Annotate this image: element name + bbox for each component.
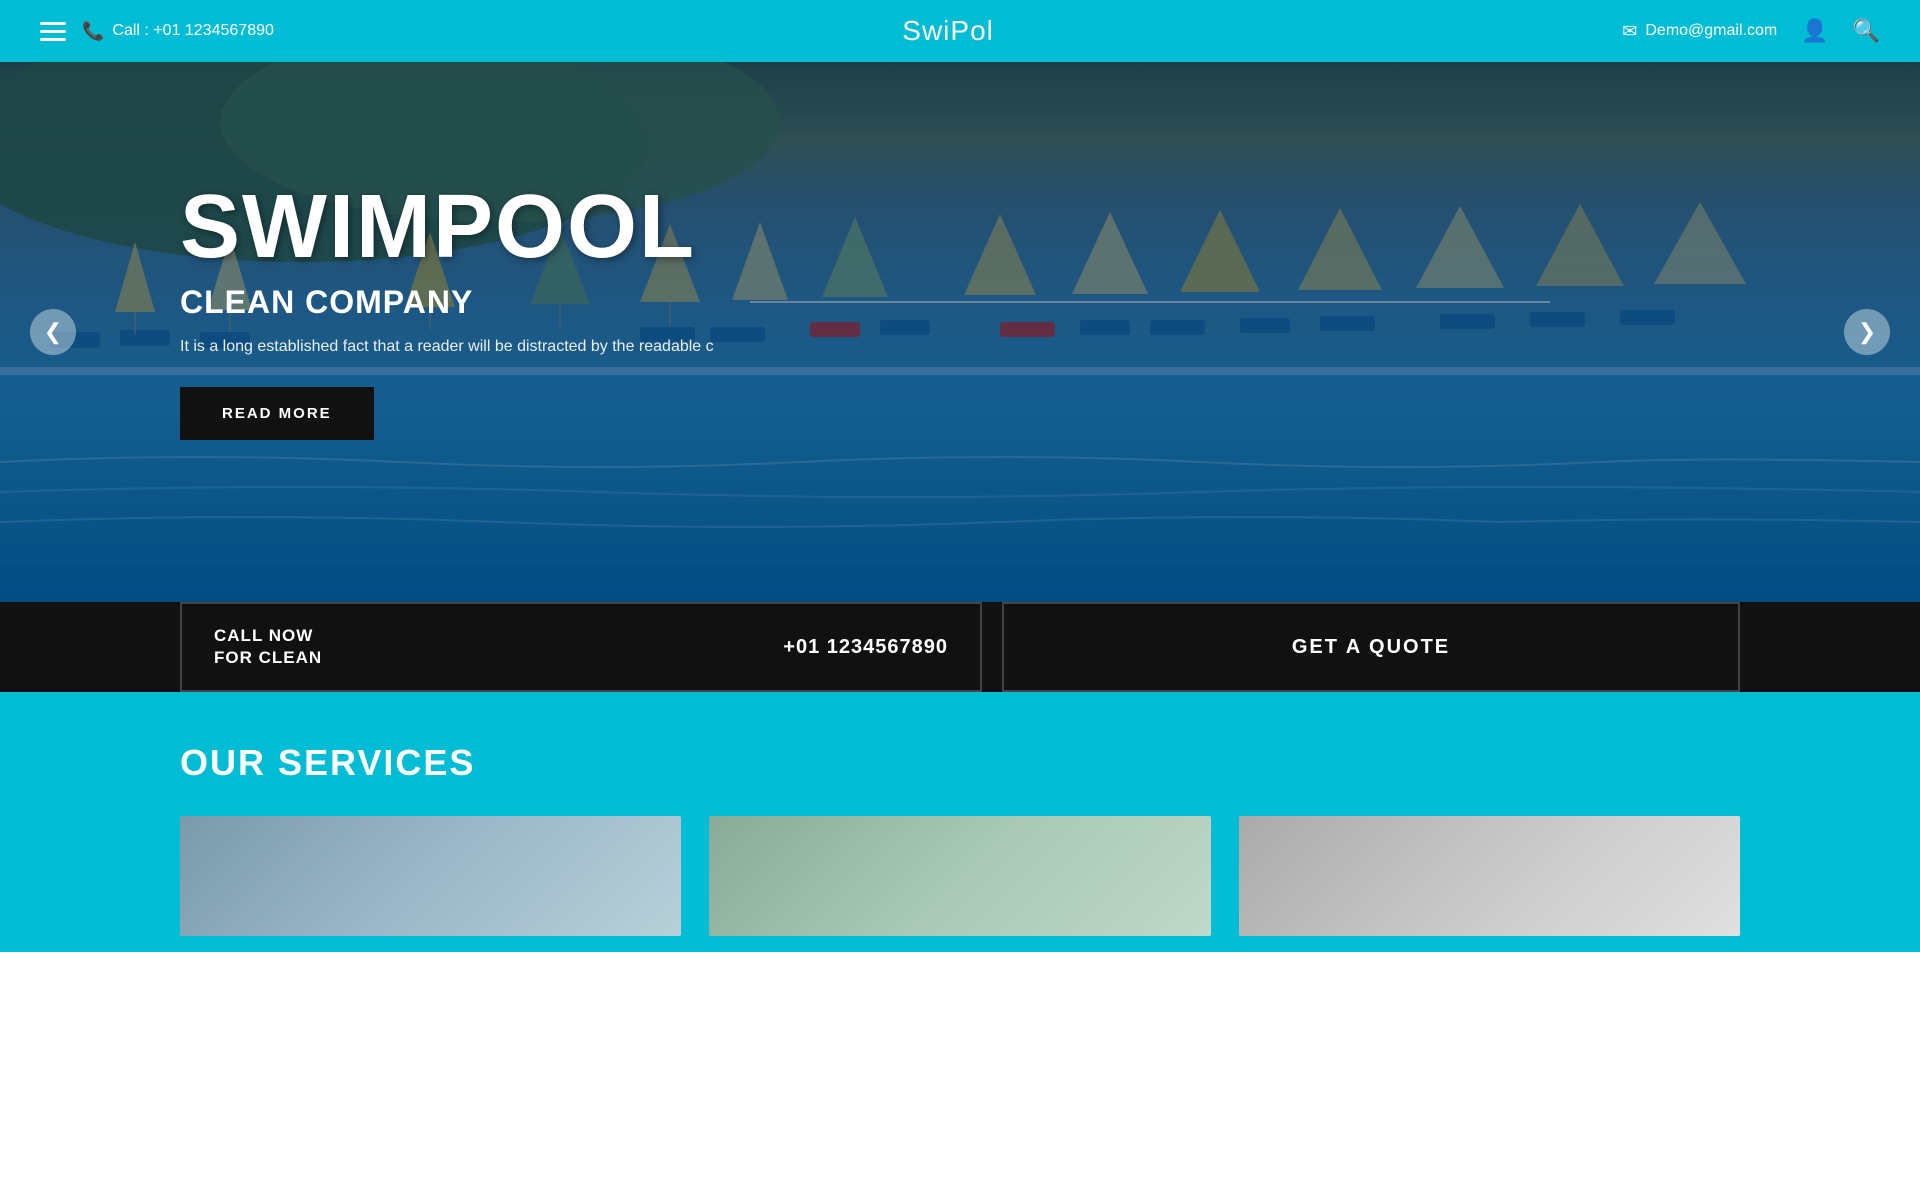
get-quote-button[interactable]: GET A QUOTE — [1002, 602, 1740, 692]
search-icon[interactable]: 🔍 — [1853, 18, 1880, 44]
cta-for-clean-label: FOR CLEAN — [214, 648, 322, 668]
cta-phone-number: +01 1234567890 — [783, 636, 948, 659]
services-section: OUR SERVICES — [0, 692, 1920, 952]
phone-icon: 📞 — [82, 21, 104, 42]
chevron-right-icon: ❯ — [1858, 319, 1876, 345]
service-card-1[interactable] — [180, 816, 681, 936]
logo-part2: Pol — [950, 15, 993, 46]
cta-text: CALL NOW FOR CLEAN — [214, 626, 322, 668]
hero-content: SWIMPOOL CLEAN COMPANY It is a long esta… — [180, 182, 714, 440]
email-label: Demo@gmail.com — [1645, 22, 1777, 40]
header-email: ✉ Demo@gmail.com — [1622, 21, 1777, 42]
cta-call-now-label: CALL NOW — [214, 626, 322, 646]
header-right: ✉ Demo@gmail.com 👤 🔍 — [1622, 18, 1880, 44]
header-phone: 📞 Call : +01 1234567890 — [82, 21, 274, 42]
header-left: 📞 Call : +01 1234567890 — [40, 21, 274, 42]
site-logo[interactable]: SwiPol — [902, 15, 994, 47]
hero-subtitle: CLEAN COMPANY — [180, 284, 714, 321]
service-card-2[interactable] — [709, 816, 1210, 936]
hero-next-arrow[interactable]: ❯ — [1844, 309, 1890, 355]
hamburger-menu[interactable] — [40, 22, 66, 41]
service-card-image-3 — [1239, 816, 1740, 936]
user-icon[interactable]: 👤 — [1801, 18, 1828, 44]
hero-description: It is a long established fact that a rea… — [180, 335, 714, 359]
get-quote-label: GET A QUOTE — [1292, 636, 1450, 659]
hero-prev-arrow[interactable]: ❮ — [30, 309, 76, 355]
service-card-3[interactable] — [1239, 816, 1740, 936]
phone-label: Call : +01 1234567890 — [112, 22, 273, 40]
email-icon: ✉ — [1622, 21, 1637, 42]
cta-call-block: CALL NOW FOR CLEAN +01 1234567890 — [180, 602, 982, 692]
hero-section: SWIMPOOL CLEAN COMPANY It is a long esta… — [0, 62, 1920, 602]
cta-bar: CALL NOW FOR CLEAN +01 1234567890 GET A … — [0, 602, 1920, 692]
service-card-image-1 — [180, 816, 681, 936]
read-more-button[interactable]: READ MORE — [180, 387, 374, 440]
chevron-left-icon: ❮ — [44, 319, 62, 345]
hero-title: SWIMPOOL — [180, 182, 714, 272]
services-title: OUR SERVICES — [180, 742, 1740, 784]
logo-part1: Swi — [902, 15, 950, 46]
service-card-image-2 — [709, 816, 1210, 936]
services-cards — [180, 816, 1740, 936]
header: 📞 Call : +01 1234567890 SwiPol ✉ Demo@gm… — [0, 0, 1920, 62]
